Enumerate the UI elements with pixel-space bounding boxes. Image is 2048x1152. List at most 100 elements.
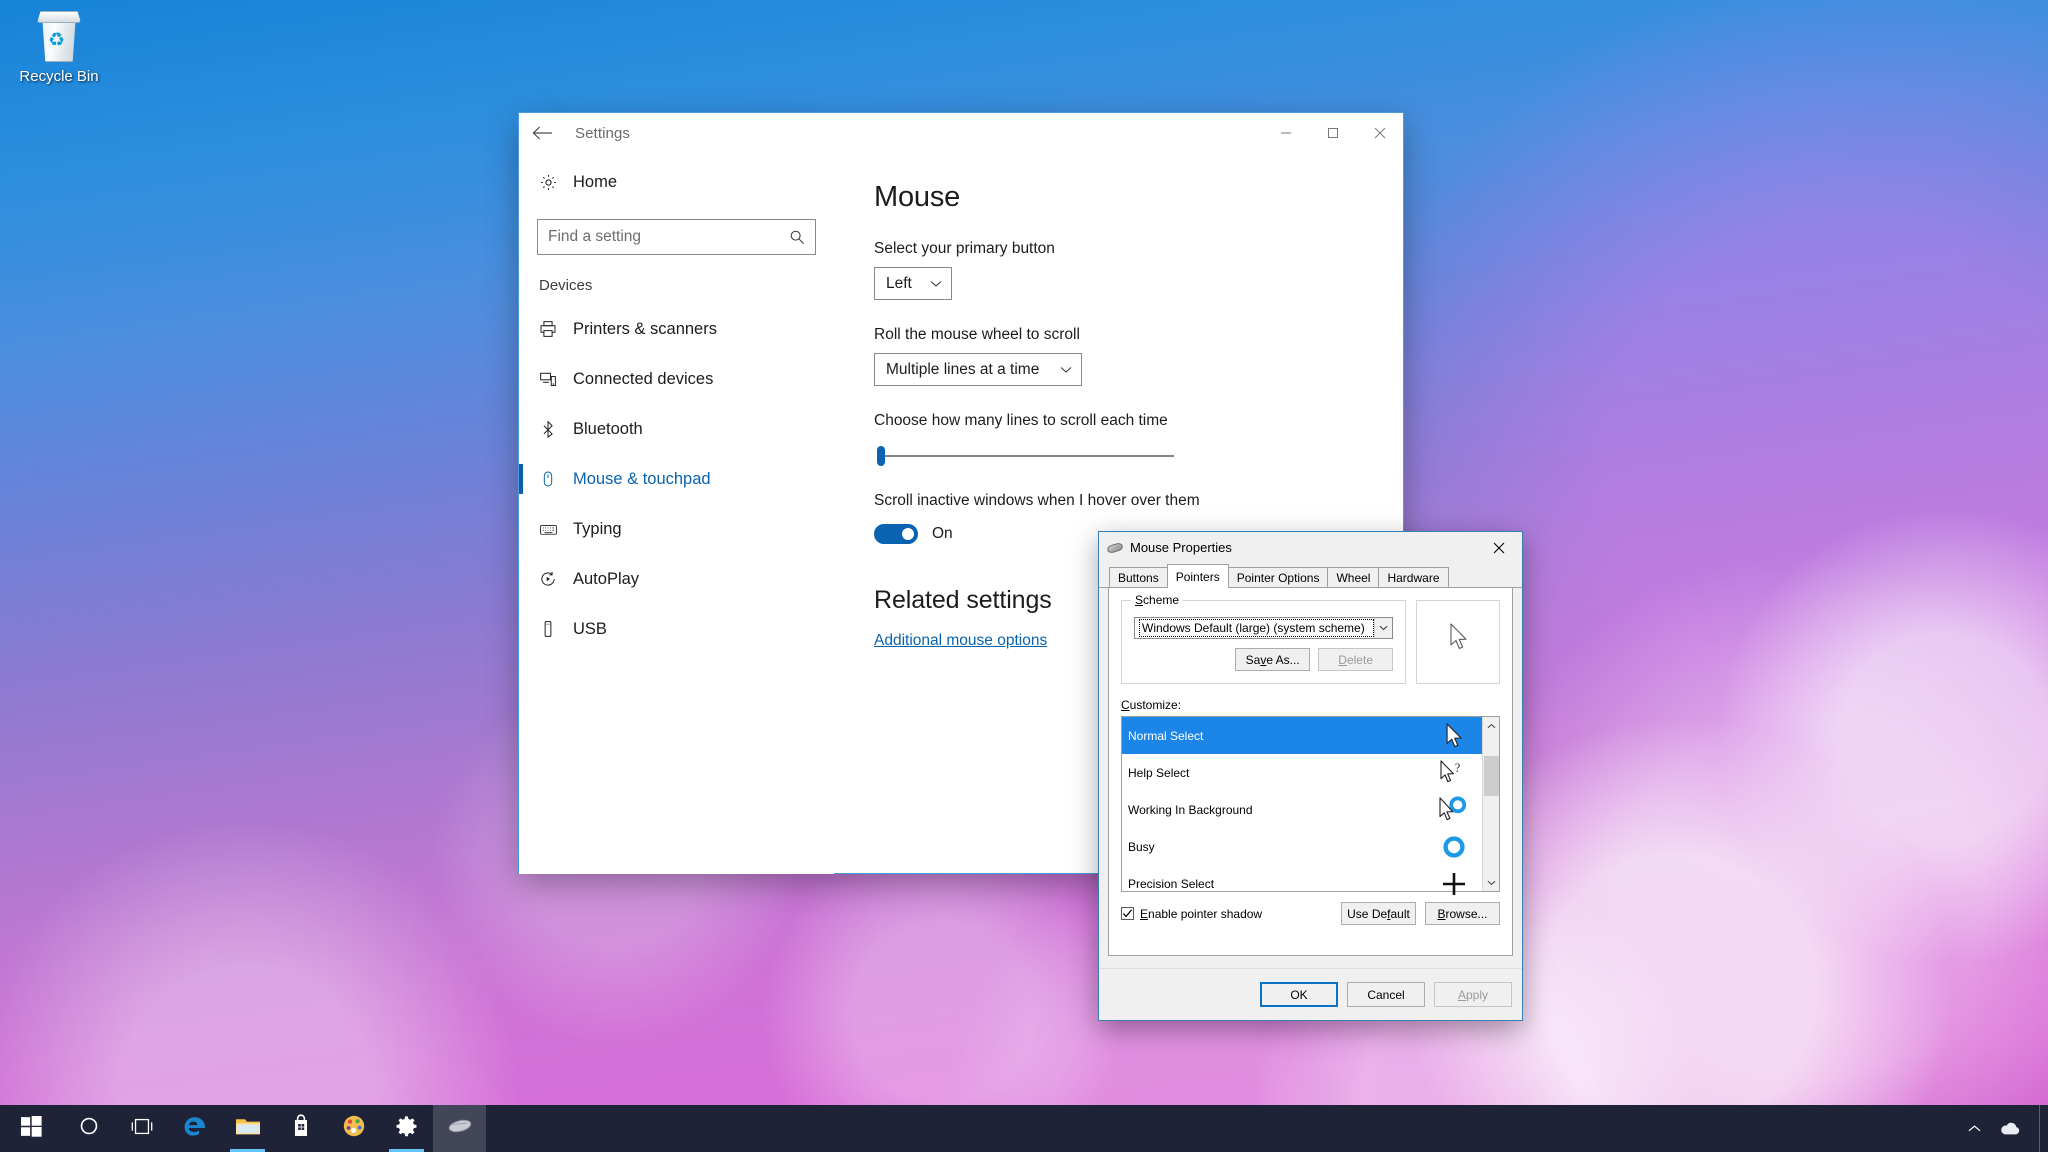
use-default-button[interactable]: Use Default [1341, 902, 1416, 925]
sidebar-item-label: Bluetooth [573, 420, 643, 439]
scroll-down-icon[interactable] [1483, 874, 1500, 891]
printer-icon [539, 320, 573, 338]
sidebar-item-label: Printers & scanners [573, 320, 717, 339]
additional-mouse-options-link[interactable]: Additional mouse options [874, 632, 1047, 650]
gear-icon [539, 173, 573, 192]
tab-pointer-options[interactable]: Pointer Options [1228, 567, 1329, 587]
cortana-button[interactable] [62, 1105, 115, 1152]
sidebar-item-home[interactable]: Home [519, 157, 834, 207]
start-button[interactable] [0, 1105, 62, 1152]
sidebar-item-label: USB [573, 620, 607, 639]
settings-titlebar: Settings [519, 113, 1403, 153]
cursor-preview-box [1416, 600, 1500, 684]
sidebar-item-label: Typing [573, 520, 622, 539]
search-box[interactable] [537, 219, 816, 255]
chevron-up-icon[interactable] [1968, 1124, 1981, 1133]
wheel-scroll-select[interactable]: Multiple lines at a time [874, 353, 1082, 386]
cursor-list-item-working-in-background[interactable]: Working In Background [1122, 791, 1482, 828]
cursor-list-scrollbar[interactable] [1482, 717, 1499, 891]
sidebar-item-connected-devices[interactable]: Connected devices [519, 354, 834, 404]
dialog-footer: OK Cancel Apply [1099, 968, 1522, 1020]
ok-button[interactable]: OK [1260, 982, 1338, 1007]
lines-to-scroll-slider[interactable] [874, 446, 1174, 466]
task-view-button[interactable] [115, 1105, 168, 1152]
sidebar-item-typing[interactable]: Typing [519, 504, 834, 554]
enable-pointer-shadow-label: Enable pointer shadow [1140, 907, 1262, 921]
store-button[interactable] [274, 1105, 327, 1152]
close-icon[interactable] [1476, 532, 1522, 563]
search-icon[interactable] [789, 229, 815, 245]
edge-icon [182, 1113, 208, 1144]
paint-button[interactable] [327, 1105, 380, 1152]
cursor-item-label: Normal Select [1128, 729, 1203, 743]
arrow-cursor-icon [1449, 623, 1469, 654]
primary-button-value: Left [886, 275, 912, 293]
scheme-group: Scheme Windows Default (large) (system s… [1121, 600, 1406, 684]
save-as-button[interactable]: Save As... [1235, 648, 1310, 671]
tab-wheel[interactable]: Wheel [1327, 567, 1379, 587]
wheel-scroll-label: Roll the mouse wheel to scroll [874, 326, 1373, 344]
apply-button: Apply [1434, 982, 1512, 1007]
sidebar-item-label: Connected devices [573, 370, 713, 389]
back-arrow-icon[interactable] [519, 113, 565, 153]
sidebar-item-label: Mouse & touchpad [573, 470, 711, 489]
scheme-select[interactable]: Windows Default (large) (system scheme) [1134, 617, 1393, 639]
chevron-down-icon [1060, 366, 1072, 374]
slider-thumb[interactable] [877, 446, 885, 466]
pointers-tab-panel: Scheme Windows Default (large) (system s… [1108, 588, 1513, 956]
chevron-down-icon[interactable] [1374, 618, 1392, 638]
sidebar-item-label: AutoPlay [573, 570, 639, 589]
inactive-scroll-toggle[interactable] [874, 524, 918, 544]
sidebar-item-usb[interactable]: USB [519, 604, 834, 654]
scrollbar-thumb[interactable] [1484, 756, 1499, 796]
task-view-icon [130, 1118, 154, 1140]
search-input[interactable] [538, 228, 789, 246]
usb-icon [539, 620, 573, 638]
cursor-list[interactable]: Normal Select Help Select ? [1121, 716, 1500, 892]
sidebar-item-printers-scanners[interactable]: Printers & scanners [519, 304, 834, 354]
bluetooth-icon [539, 420, 573, 438]
browse-button[interactable]: Browse... [1425, 902, 1500, 925]
inactive-scroll-state: On [932, 525, 953, 543]
tab-hardware[interactable]: Hardware [1378, 567, 1448, 587]
arrow-cursor-icon [1432, 723, 1476, 749]
file-explorer-button[interactable] [221, 1105, 274, 1152]
recycle-bin-icon: ♻ [31, 8, 87, 64]
sidebar-item-autoplay[interactable]: AutoPlay [519, 554, 834, 604]
maximize-button[interactable] [1309, 113, 1356, 153]
dialog-titlebar: Mouse Properties [1099, 532, 1522, 563]
minimize-button[interactable] [1262, 113, 1309, 153]
scrollbar-track[interactable] [1483, 734, 1500, 874]
cursor-list-item-busy[interactable]: Busy [1122, 828, 1482, 865]
customize-label: Customize: [1121, 698, 1500, 712]
desktop-icon-recycle-bin[interactable]: ♻ Recycle Bin [10, 8, 108, 85]
tab-pointers[interactable]: Pointers [1167, 564, 1229, 588]
scroll-up-icon[interactable] [1483, 717, 1500, 734]
folder-icon [235, 1115, 261, 1142]
sidebar-item-mouse-touchpad[interactable]: Mouse & touchpad [519, 454, 834, 504]
scheme-group-label: cheme [1143, 593, 1179, 607]
cursor-list-item-precision-select[interactable]: Precision Select [1122, 865, 1482, 902]
show-desktop-button[interactable] [2039, 1105, 2048, 1152]
primary-button-select[interactable]: Left [874, 267, 952, 300]
cloud-icon[interactable] [1999, 1121, 2021, 1136]
settings-button[interactable] [380, 1105, 433, 1152]
cursor-list-item-normal-select[interactable]: Normal Select [1122, 717, 1482, 754]
cursor-list-item-help-select[interactable]: Help Select ? [1122, 754, 1482, 791]
close-button[interactable] [1356, 113, 1403, 153]
cancel-button[interactable]: Cancel [1347, 982, 1425, 1007]
mouse-icon [539, 470, 573, 488]
circle-icon [79, 1116, 99, 1141]
busy-ring-cursor-icon [1432, 834, 1476, 860]
edge-button[interactable] [168, 1105, 221, 1152]
tab-buttons[interactable]: Buttons [1109, 567, 1168, 587]
svg-text:?: ? [1455, 761, 1460, 775]
inactive-scroll-label: Scroll inactive windows when I hover ove… [874, 492, 1373, 510]
sidebar-item-bluetooth[interactable]: Bluetooth [519, 404, 834, 454]
mouse-icon [447, 1117, 473, 1140]
cursor-item-label: Precision Select [1128, 877, 1214, 891]
mouse-properties-dialog: Mouse Properties Buttons Pointers Pointe… [1098, 531, 1523, 1021]
enable-pointer-shadow-checkbox[interactable] [1121, 907, 1134, 920]
mouse-properties-button[interactable] [433, 1105, 486, 1152]
delete-button: Delete [1318, 648, 1393, 671]
